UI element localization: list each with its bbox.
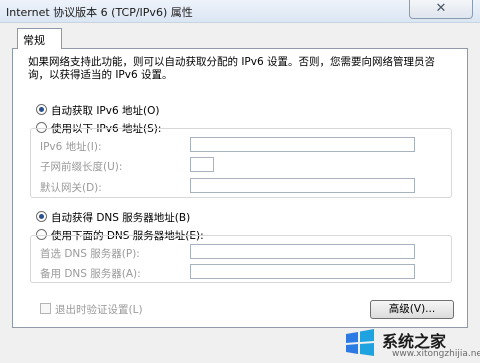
default-gateway-field[interactable] [190,178,415,193]
auto-ipv6-label: 自动获取 IPv6 地址(O) [51,105,160,117]
tab-general[interactable]: 常规 [17,28,62,49]
subnet-prefix-label: 子网前缀长度(U): [40,161,123,173]
auto-dns-radio[interactable] [36,211,47,222]
intro-text: 如果网络支持此功能，则可以自动获取分配的 IPv6 设置。否则，您需要向网络管理… [28,56,448,82]
close-icon: ✕ [435,1,447,16]
watermark-url: www.xitongzhijia.net [392,349,480,359]
window-title: Internet 协议版本 6 (TCP/IPv6) 属性 [6,6,193,19]
intro-line-2: 询，以获得适当的 IPv6 设置。 [28,69,173,81]
ipv6-address-label: IPv6 地址(I): [40,141,102,153]
ipv6-address-field[interactable] [190,137,415,152]
close-button[interactable]: ✕ [409,0,473,19]
validate-on-exit-checkbox[interactable] [40,303,51,314]
alternate-dns-field[interactable] [190,264,415,279]
intro-line-1: 如果网络支持此功能，则可以自动获取分配的 IPv6 设置。否则，您需要向网络管理… [28,56,435,68]
title-bar: Internet 协议版本 6 (TCP/IPv6) 属性 ✕ [0,0,480,23]
default-gateway-label: 默认网关(D): [40,182,102,194]
preferred-dns-field[interactable] [190,244,415,259]
auto-dns-label: 自动获得 DNS 服务器地址(B) [51,212,191,224]
subnet-prefix-field[interactable] [190,157,214,172]
validate-on-exit-label: 退出时验证设置(L) [55,304,143,316]
preferred-dns-label: 首选 DNS 服务器(P): [40,248,140,260]
alternate-dns-label: 备用 DNS 服务器(A): [40,268,141,280]
windows-logo-icon [346,329,374,356]
advanced-button[interactable]: 高级(V)... [370,300,454,319]
auto-ipv6-radio[interactable] [36,104,47,115]
